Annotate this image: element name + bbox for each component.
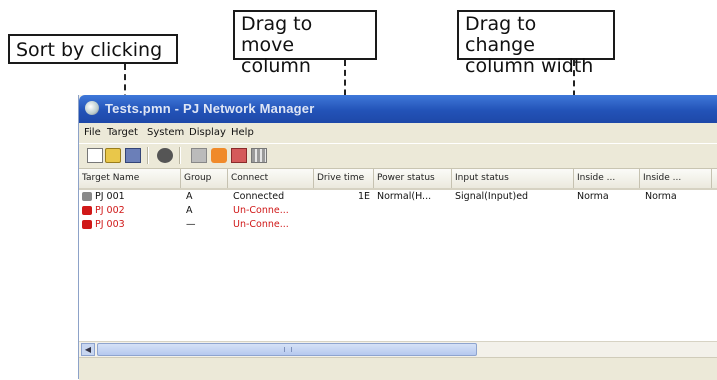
menu-display[interactable]: Display bbox=[189, 127, 226, 138]
toolbar-separator bbox=[147, 147, 149, 164]
callout-width-text-1: Drag to change bbox=[465, 13, 537, 56]
cell-inside-2: Norma bbox=[645, 191, 677, 202]
horizontal-scrollbar[interactable]: ◀ bbox=[79, 341, 717, 357]
grip-icon bbox=[284, 347, 292, 352]
column-header-row: Target Name Group Connect Drive time Pow… bbox=[79, 169, 717, 190]
table-row[interactable]: PJ 002 A Un-Conne... bbox=[79, 204, 717, 217]
column-header-group[interactable]: Group bbox=[181, 169, 228, 188]
cell-target-name: PJ 001 bbox=[95, 191, 125, 202]
callout-sort: Sort by clicking bbox=[8, 34, 178, 64]
column-header-inside-2[interactable]: Inside ... bbox=[640, 169, 712, 188]
scroll-left-icon[interactable]: ◀ bbox=[81, 343, 95, 356]
cell-connect: Connected bbox=[233, 191, 285, 202]
callout-sort-text: Sort by clicking bbox=[16, 39, 163, 61]
callout-move-text-1: Drag to move bbox=[241, 13, 313, 56]
cell-connect: Un-Conne... bbox=[233, 205, 289, 216]
cell-target-name: PJ 003 bbox=[95, 219, 125, 230]
toolbar bbox=[79, 143, 717, 169]
cell-connect: Un-Conne... bbox=[233, 219, 289, 230]
cell-power-status: Normal(H... bbox=[377, 191, 432, 202]
callout-width-text-2: column width bbox=[465, 55, 594, 77]
target-list: Target Name Group Connect Drive time Pow… bbox=[79, 169, 717, 341]
status-bar bbox=[79, 357, 717, 380]
callout-column-width: Drag to change column width bbox=[457, 10, 615, 77]
column-header-input-status[interactable]: Input status bbox=[452, 169, 574, 188]
projector-error-icon bbox=[82, 206, 92, 215]
alert-icon[interactable] bbox=[211, 148, 227, 163]
column-header-target-name[interactable]: Target Name bbox=[79, 169, 181, 188]
column-header-inside-1[interactable]: Inside ... bbox=[574, 169, 640, 188]
column-header-drive-time[interactable]: Drive time bbox=[314, 169, 374, 188]
column-header-connect[interactable]: Connect bbox=[228, 169, 314, 188]
cell-drive-time: 1E bbox=[358, 191, 371, 202]
cell-inside-1: Norma bbox=[577, 191, 609, 202]
cell-input-status: Signal(Input)ed bbox=[455, 191, 529, 202]
app-window: Tests.pmn - PJ Network Manager File Targ… bbox=[78, 95, 717, 380]
new-icon[interactable] bbox=[87, 148, 103, 163]
table-row[interactable]: PJ 001 A Connected 1E Normal(H... Signal… bbox=[79, 190, 717, 203]
cell-group: A bbox=[186, 191, 193, 202]
title-bar[interactable]: Tests.pmn - PJ Network Manager bbox=[79, 95, 717, 123]
cell-target-name: PJ 002 bbox=[95, 205, 125, 216]
column-header-power-status[interactable]: Power status bbox=[374, 169, 452, 188]
projector-error-icon bbox=[82, 220, 92, 229]
window-title: Tests.pmn - PJ Network Manager bbox=[105, 101, 315, 116]
open-icon[interactable] bbox=[105, 148, 121, 163]
settings-icon[interactable] bbox=[231, 148, 247, 163]
menu-system[interactable]: System bbox=[147, 127, 184, 138]
menu-help[interactable]: Help bbox=[231, 127, 254, 138]
connect-icon[interactable] bbox=[157, 148, 173, 163]
callout-move-text-2: column bbox=[241, 55, 311, 77]
projector-icon bbox=[82, 192, 92, 201]
toolbar-separator bbox=[179, 147, 181, 164]
cell-group: A bbox=[186, 205, 193, 216]
app-icon bbox=[85, 101, 99, 115]
grid-icon[interactable] bbox=[251, 148, 267, 163]
cell-group: — bbox=[186, 219, 196, 230]
menu-file[interactable]: File bbox=[84, 127, 101, 138]
menu-target[interactable]: Target bbox=[107, 127, 138, 138]
power-icon[interactable] bbox=[191, 148, 207, 163]
scroll-thumb[interactable] bbox=[97, 343, 477, 356]
table-row[interactable]: PJ 003 — Un-Conne... bbox=[79, 218, 717, 231]
menu-bar: File Target System Display Help bbox=[79, 123, 717, 143]
save-icon[interactable] bbox=[125, 148, 141, 163]
callout-move-column: Drag to move column bbox=[233, 10, 377, 77]
